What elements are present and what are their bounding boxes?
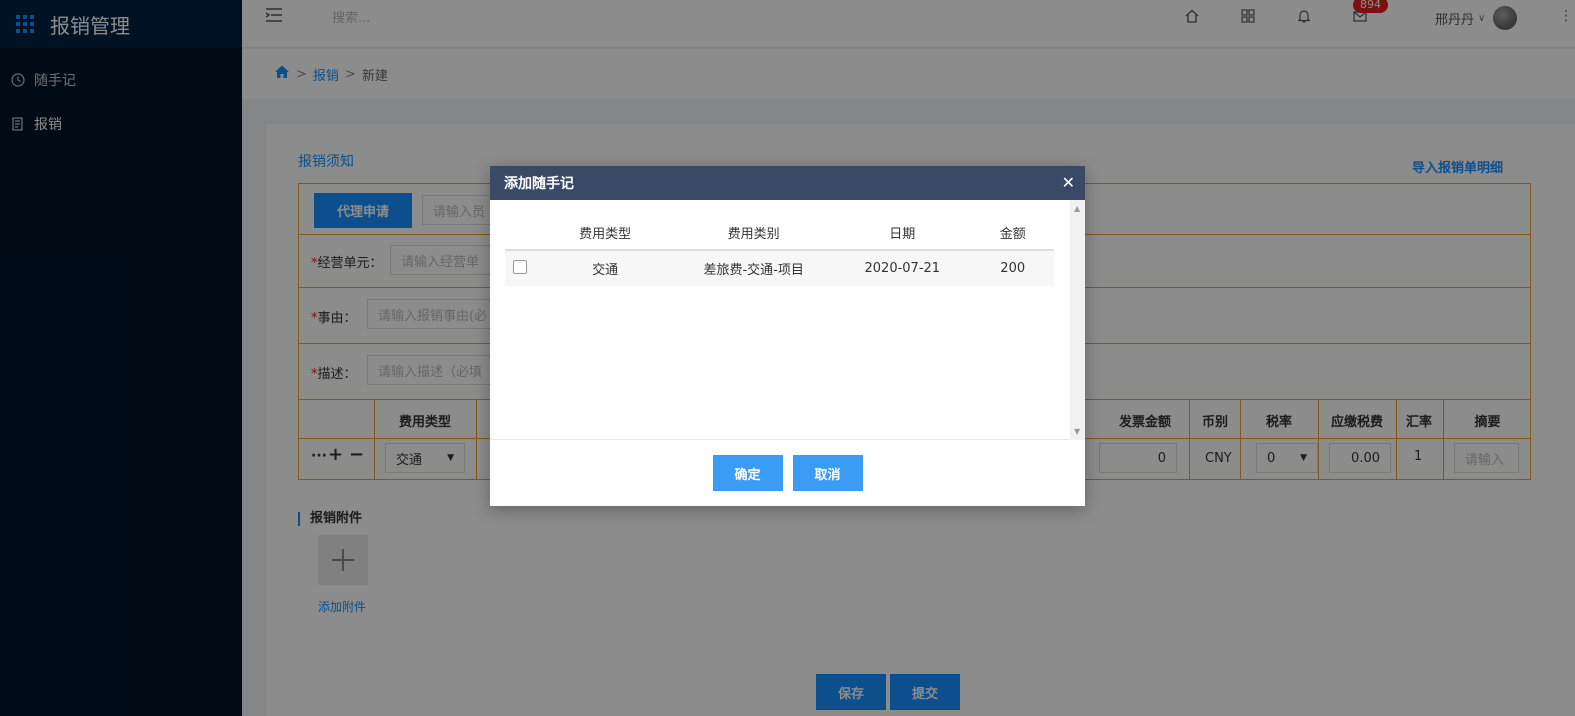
modal-body: 费用类型 费用类别 日期 金额 交通 差旅费-交通-项目 2020-07-21 … bbox=[490, 200, 1085, 440]
cell-type: 交通 bbox=[535, 250, 675, 286]
modal-scrollbar[interactable]: ▲ ▼ bbox=[1070, 200, 1085, 440]
cancel-button[interactable]: 取消 bbox=[792, 455, 863, 491]
cell-date: 2020-07-21 bbox=[833, 250, 972, 286]
confirm-button[interactable]: 确定 bbox=[712, 455, 783, 491]
scroll-up-icon[interactable]: ▲ bbox=[1074, 204, 1080, 213]
col-amount: 金额 bbox=[971, 216, 1054, 251]
modal-header: 添加随手记 ✕ bbox=[490, 166, 1085, 200]
row-checkbox[interactable] bbox=[513, 259, 528, 274]
notes-table: 费用类型 费用类别 日期 金额 交通 差旅费-交通-项目 2020-07-21 … bbox=[505, 216, 1054, 286]
col-type: 费用类型 bbox=[535, 216, 675, 251]
modal-title: 添加随手记 bbox=[504, 176, 574, 192]
scroll-down-icon[interactable]: ▼ bbox=[1074, 427, 1080, 436]
col-date: 日期 bbox=[833, 216, 972, 251]
cell-category: 差旅费-交通-项目 bbox=[674, 250, 834, 286]
table-row[interactable]: 交通 差旅费-交通-项目 2020-07-21 200 bbox=[505, 250, 1054, 286]
col-select bbox=[505, 216, 536, 251]
add-note-modal: 添加随手记 ✕ 费用类型 费用类别 日期 金额 交通 差旅费-交通-项目 202… bbox=[490, 166, 1085, 506]
close-icon[interactable]: ✕ bbox=[1062, 173, 1075, 192]
modal-footer: 确定 取消 bbox=[490, 440, 1085, 506]
cell-amount: 200 bbox=[971, 250, 1054, 286]
col-category: 费用类别 bbox=[674, 216, 834, 251]
table-header-row: 费用类型 费用类别 日期 金额 bbox=[505, 216, 1054, 251]
row-select-cell bbox=[505, 250, 536, 286]
